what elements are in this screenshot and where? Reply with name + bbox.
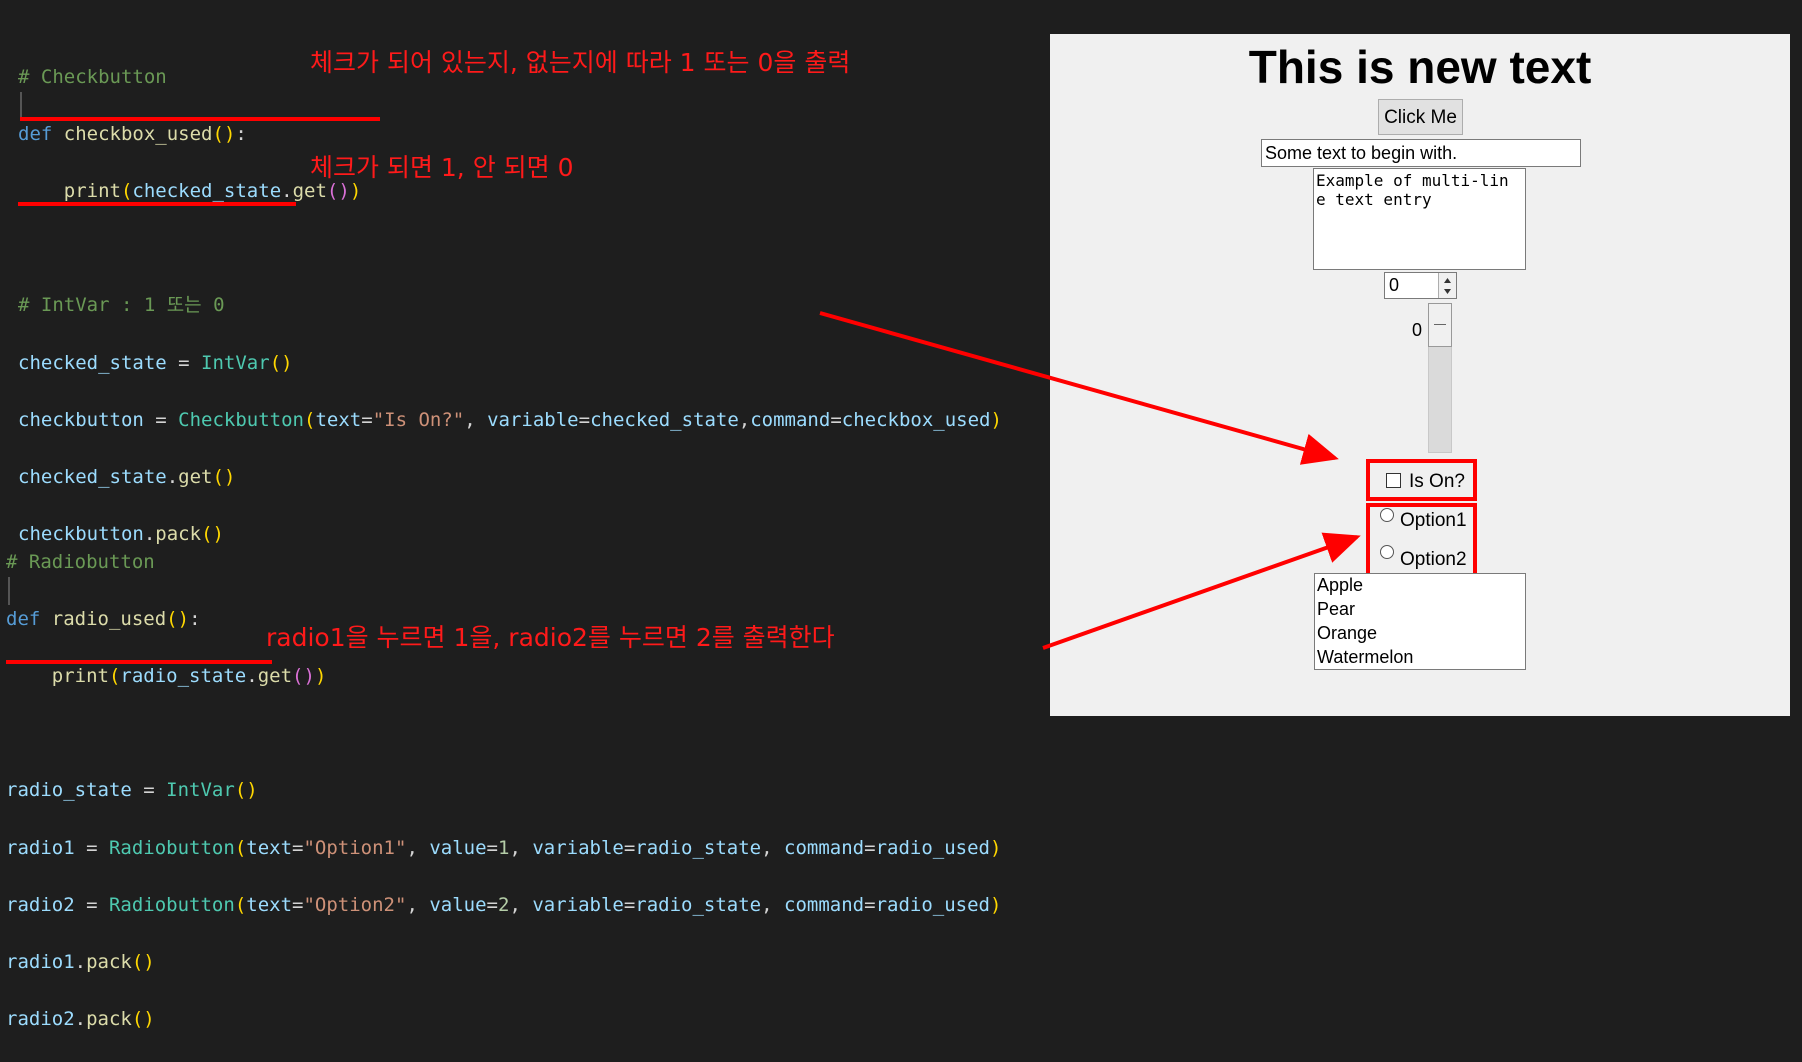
class-radiobutton: Radiobutton	[108, 893, 235, 916]
code-line-7: radio2 = Radiobutton(text="Option2", val…	[6, 893, 1002, 916]
var-radio2: radio2	[6, 1008, 75, 1031]
fn-pack: pack	[86, 950, 132, 973]
var-radio1: radio1	[6, 836, 75, 859]
fn-pack: pack	[86, 1008, 132, 1031]
kw-variable: variable	[532, 836, 624, 859]
num-value1: 1	[497, 836, 510, 859]
code-line-6: radio1 = Radiobutton(text="Option1", val…	[6, 836, 1002, 859]
str-option1: "Option1"	[303, 836, 407, 859]
var-radio-used: radio_used	[875, 836, 990, 859]
kw-variable: variable	[532, 893, 624, 916]
var-radio-state: radio_state	[635, 836, 762, 859]
kw-command: command	[784, 893, 865, 916]
arrow-to-radio	[1042, 532, 1361, 650]
class-intvar: IntVar	[166, 779, 235, 802]
kw-text: text	[246, 893, 293, 916]
class-radiobutton: Radiobutton	[108, 836, 235, 859]
arrow-to-checkbox	[819, 311, 1339, 465]
var-radio-state: radio_state	[635, 893, 762, 916]
str-option2: "Option2"	[303, 893, 407, 916]
code-line-8: radio1.pack()	[6, 950, 155, 973]
code-line-9: radio2.pack()	[6, 1008, 155, 1031]
var-radio-state: radio_state	[6, 779, 132, 802]
kw-value: value	[429, 836, 487, 859]
var-radio-used: radio_used	[875, 893, 990, 916]
num-value2: 2	[497, 893, 510, 916]
kw-command: command	[784, 836, 865, 859]
kw-value: value	[429, 893, 487, 916]
kw-text: text	[246, 836, 293, 859]
var-radio1: radio1	[6, 950, 75, 973]
annotation-arrows	[819, 311, 1361, 650]
var-radio2: radio2	[6, 893, 75, 916]
